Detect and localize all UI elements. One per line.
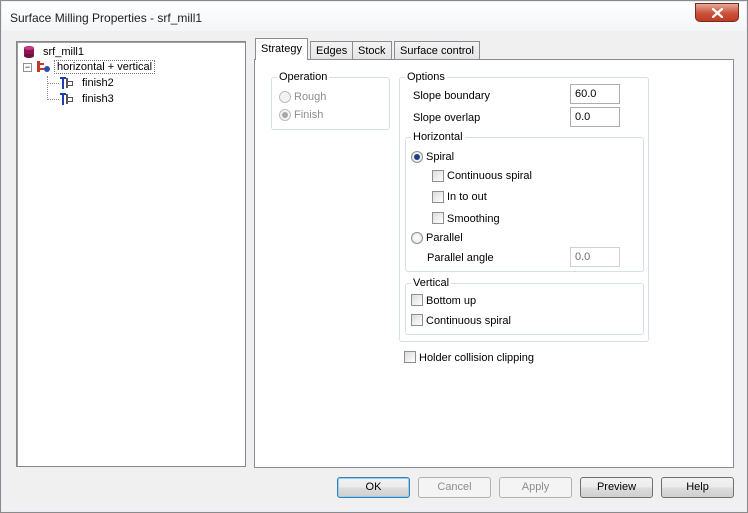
tree-leaf-label: finish3 (82, 93, 114, 105)
vertical-group: Vertical (405, 277, 644, 335)
window-title: Surface Milling Properties - srf_mill1 (10, 11, 203, 25)
close-button[interactable] (695, 3, 739, 22)
bottom-up-checkbox[interactable] (411, 294, 423, 306)
close-icon (711, 7, 723, 18)
continuous-spiral-checkbox[interactable] (432, 170, 444, 182)
tree-connector (47, 76, 48, 100)
in-to-out-checkbox[interactable] (432, 191, 444, 203)
finish-tool-icon (60, 93, 73, 105)
spiral-radio[interactable] (411, 151, 423, 163)
finish-tool-icon (60, 77, 73, 89)
slope-overlap-input[interactable] (570, 107, 620, 127)
cancel-button[interactable]: Cancel (418, 477, 491, 498)
smoothing-checkbox[interactable] (432, 212, 444, 224)
parallel-radio[interactable] (411, 232, 423, 244)
continuous-spiral-label: Continuous spiral (447, 170, 532, 182)
tab-stock[interactable]: Stock (352, 41, 392, 60)
title-bar: Surface Milling Properties - srf_mill1 (2, 2, 746, 31)
slope-boundary-input[interactable] (570, 84, 620, 104)
tab-strategy[interactable]: Strategy (255, 38, 308, 60)
smoothing-label: Smoothing (447, 213, 500, 225)
operation-tree[interactable]: srf_mill1 − horizontal + vertical finish… (16, 41, 246, 467)
strategy-panel: Operation Rough Finish Options Slope bou… (254, 59, 734, 468)
vertical-continuous-spiral-label: Continuous spiral (426, 315, 511, 327)
tab-label: Strategy (261, 43, 302, 55)
holder-collision-label: Holder collision clipping (419, 352, 534, 364)
spiral-label: Spiral (426, 151, 455, 163)
tree-item-horizontal-vertical[interactable]: − horizontal + vertical (23, 59, 156, 75)
tree-root-label: srf_mill1 (43, 46, 84, 58)
tree-connector (47, 99, 59, 100)
operation-group-title: Operation (277, 71, 330, 83)
parallel-label: Parallel (426, 232, 463, 244)
vertical-group-title: Vertical (411, 277, 452, 289)
in-to-out-label: In to out (447, 191, 487, 203)
tab-label: Stock (358, 45, 386, 57)
holder-collision-checkbox[interactable] (404, 351, 416, 363)
tree-child-label: horizontal + vertical (54, 60, 156, 74)
ok-button[interactable]: OK (337, 477, 410, 498)
rough-radio[interactable] (279, 91, 291, 103)
apply-button[interactable]: Apply (499, 477, 572, 498)
parallel-angle-label: Parallel angle (427, 252, 494, 264)
tab-label: Edges (316, 45, 348, 57)
tree-leaf-label: finish2 (82, 77, 114, 89)
operation-group: Operation (271, 71, 390, 130)
tree-item-finish2[interactable]: finish2 (59, 75, 117, 91)
finish-label: Finish (294, 109, 324, 121)
dialog-window: Surface Milling Properties - srf_mill1 s… (0, 0, 748, 513)
rough-label: Rough (294, 91, 327, 103)
tab-edges[interactable]: Edges (310, 41, 354, 60)
slope-overlap-label: Slope overlap (413, 112, 481, 124)
tree-item-finish3[interactable]: finish3 (59, 91, 117, 107)
help-button[interactable]: Help (661, 477, 734, 498)
database-icon (24, 46, 34, 58)
combined-operation-icon (37, 61, 50, 72)
vertical-continuous-spiral-checkbox[interactable] (411, 314, 423, 326)
tab-surface-control[interactable]: Surface control (394, 41, 480, 60)
horizontal-group-title: Horizontal (411, 131, 465, 143)
slope-boundary-label: Slope boundary (413, 90, 491, 102)
tab-label: Surface control (400, 45, 474, 57)
finish-radio[interactable] (279, 109, 291, 121)
tree-item-root[interactable]: srf_mill1 (22, 44, 87, 60)
options-group-title: Options (405, 71, 447, 83)
preview-button[interactable]: Preview (580, 477, 653, 498)
collapse-icon[interactable]: − (23, 62, 32, 72)
bottom-up-label: Bottom up (426, 295, 477, 307)
tree-connector (47, 83, 59, 84)
parallel-angle-input[interactable] (570, 247, 620, 267)
